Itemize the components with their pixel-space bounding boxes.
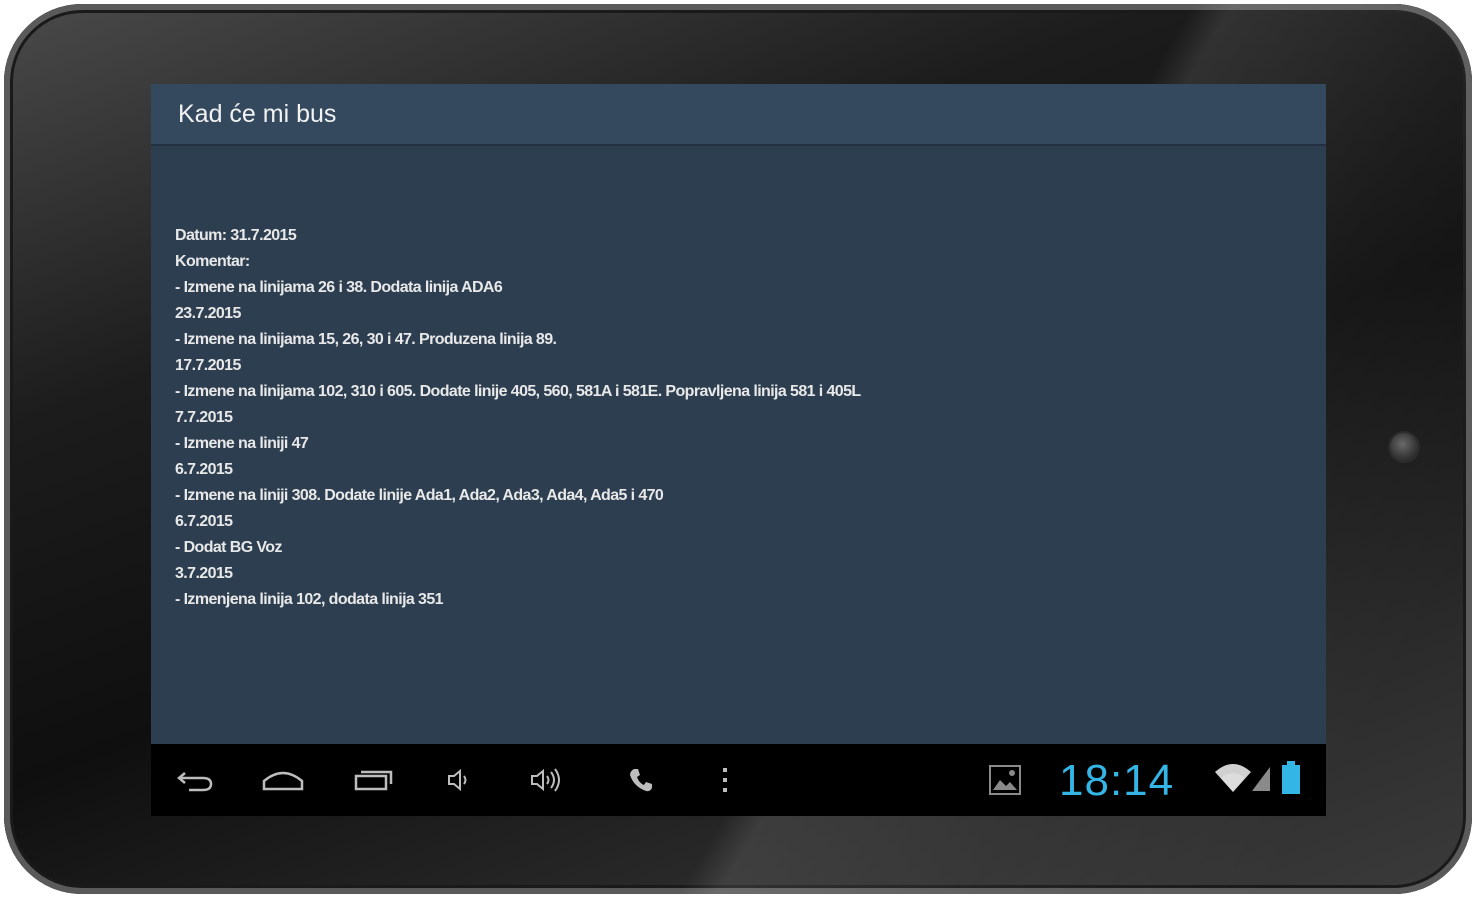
front-camera: [1390, 433, 1418, 461]
changelog-line: 6.7.2015: [175, 461, 233, 478]
volume-down-icon[interactable]: [437, 762, 481, 798]
changelog-line: 17.7.2015: [175, 357, 241, 374]
battery-icon: [1279, 760, 1303, 796]
screen: Kad će mi bus Datum: 31.7.2015 Komentar:…: [151, 84, 1326, 816]
changelog-text: Datum: 31.7.2015 Komentar: - Izmene na l…: [175, 223, 1295, 613]
system-nav-bar: 18:14: [151, 744, 1326, 816]
volume-up-icon[interactable]: [525, 762, 569, 798]
changelog-line: - Dodat BG Voz: [175, 539, 282, 556]
changelog-line: Datum: 31.7.2015: [175, 227, 297, 244]
gallery-notification-icon[interactable]: [983, 762, 1027, 798]
signal-icon: [1249, 760, 1273, 796]
menu-overflow-icon[interactable]: [703, 762, 747, 798]
changelog-line: - Izmene na liniji 308. Dodate linije Ad…: [175, 487, 664, 504]
changelog-line: - Izmene na liniji 47: [175, 435, 309, 452]
changelog-line: 7.7.2015: [175, 409, 233, 426]
changelog-line: 6.7.2015: [175, 513, 233, 530]
action-bar: Kad će mi bus: [151, 84, 1326, 146]
app-title: Kad će mi bus: [178, 100, 337, 128]
back-icon[interactable]: [173, 762, 217, 798]
recent-apps-icon[interactable]: [351, 762, 395, 798]
status-clock: 18:14: [1059, 756, 1175, 805]
changelog-line: - Izmene na linijama 26 i 38. Dodata lin…: [175, 279, 503, 296]
changelog-line: Komentar:: [175, 253, 250, 270]
changelog-line: - Izmenjena linija 102, dodata linija 35…: [175, 591, 444, 608]
changelog-line: 3.7.2015: [175, 565, 233, 582]
changelog-line: 23.7.2015: [175, 305, 241, 322]
changelog-line: - Izmene na linijama 15, 26, 30 i 47. Pr…: [175, 331, 557, 348]
changelog-line: - Izmene na linijama 102, 310 i 605. Dod…: [175, 383, 861, 400]
phone-icon[interactable]: [619, 762, 663, 798]
home-icon[interactable]: [261, 762, 305, 798]
